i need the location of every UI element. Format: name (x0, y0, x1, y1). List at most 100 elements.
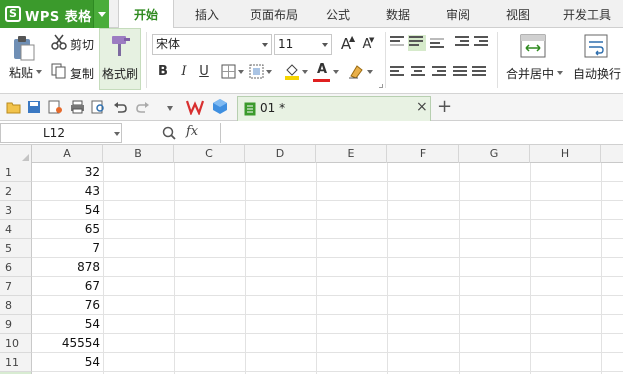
underline-button[interactable]: U (195, 63, 213, 81)
cell-a1[interactable]: 32 (32, 163, 103, 182)
cell-a11[interactable]: 54 (32, 353, 103, 372)
wrap-text-button[interactable]: 自动换行 (573, 65, 621, 82)
font-color-button[interactable]: A (313, 61, 331, 79)
font-dialog-launcher[interactable] (379, 84, 383, 88)
merge-center-dropdown-icon[interactable] (557, 71, 563, 75)
insert-function-button[interactable]: fx (186, 124, 198, 139)
align-center-icon[interactable] (411, 66, 425, 78)
row-header-3[interactable]: 3 (0, 201, 32, 220)
row-header-11[interactable]: 11 (0, 353, 32, 372)
column-header-d[interactable]: D (245, 145, 316, 163)
column-header-c[interactable]: C (174, 145, 245, 163)
tab-formulas[interactable]: 公式 (318, 0, 358, 28)
row-header-9[interactable]: 9 (0, 315, 32, 334)
tab-home[interactable]: 开始 (118, 0, 174, 29)
bold-button[interactable]: B (154, 63, 172, 81)
name-box-dropdown-icon[interactable] (114, 132, 120, 136)
row-header-4[interactable]: 4 (0, 220, 32, 239)
app-menu-dropdown-icon[interactable] (93, 0, 109, 28)
merge-center-icon[interactable] (520, 34, 546, 58)
merge-center-button[interactable]: 合并居中 (506, 65, 554, 82)
format-painter-button[interactable]: 格式刷 (99, 28, 141, 90)
increase-indent-icon[interactable] (474, 36, 488, 48)
cell-a9[interactable]: 54 (32, 315, 103, 334)
row-header-6[interactable]: 6 (0, 258, 32, 277)
row-header-2[interactable]: 2 (0, 182, 32, 201)
worksheet-grid[interactable]: ABCDEFGH 123456789101112 324354657878677… (0, 145, 623, 374)
clear-format-dropdown-icon[interactable] (367, 70, 373, 74)
cell-a10[interactable]: 45554 (32, 334, 103, 353)
tab-view[interactable]: 视图 (498, 0, 538, 28)
distributed-align-icon[interactable] (472, 66, 486, 78)
cloud-cube-icon[interactable] (212, 98, 228, 115)
cell-a8[interactable]: 76 (32, 296, 103, 315)
tab-data[interactable]: 数据 (378, 0, 418, 28)
row-header-7[interactable]: 7 (0, 277, 32, 296)
cell-a7[interactable]: 67 (32, 277, 103, 296)
cut-icon[interactable] (51, 34, 67, 50)
print-icon[interactable] (70, 100, 85, 114)
gridline-vertical (245, 163, 246, 374)
clear-format-icon[interactable] (348, 63, 364, 79)
column-header-a[interactable]: A (32, 145, 103, 163)
borders-dropdown-icon[interactable] (238, 70, 244, 74)
cell-style-icon[interactable] (249, 64, 264, 79)
wps-app-menu[interactable]: S WPS 表格 (0, 0, 109, 28)
cell-a6[interactable]: 878 (32, 258, 103, 277)
italic-button[interactable]: I (175, 63, 193, 81)
wrap-text-icon[interactable] (584, 34, 608, 58)
decrease-indent-icon[interactable] (455, 36, 469, 48)
align-left-icon[interactable] (390, 66, 404, 78)
tab-review[interactable]: 审阅 (438, 0, 478, 28)
undo-icon[interactable] (113, 100, 127, 114)
copy-icon[interactable] (51, 63, 67, 79)
row-header-10[interactable]: 10 (0, 334, 32, 353)
cell-a3[interactable]: 54 (32, 201, 103, 220)
tab-developer[interactable]: 开发工具 (555, 0, 619, 28)
document-tab[interactable]: 01 * × (237, 96, 431, 121)
fill-color-dropdown-icon[interactable] (302, 70, 308, 74)
column-header-b[interactable]: B (103, 145, 174, 163)
open-folder-icon[interactable] (6, 100, 21, 114)
justify-icon[interactable] (453, 66, 467, 78)
column-header-f[interactable]: F (388, 145, 459, 163)
cell-a4[interactable]: 65 (32, 220, 103, 239)
align-right-icon[interactable] (432, 66, 446, 78)
column-header-g[interactable]: G (459, 145, 530, 163)
print-preview-icon[interactable] (91, 100, 106, 114)
new-tab-icon[interactable]: + (437, 96, 452, 117)
save-as-icon[interactable] (48, 100, 63, 114)
borders-icon[interactable] (221, 64, 236, 79)
select-all-corner[interactable] (0, 145, 32, 163)
name-box[interactable]: L12 (0, 123, 122, 143)
cut-button[interactable]: 剪切 (70, 36, 94, 53)
tab-insert[interactable]: 插入 (183, 0, 231, 28)
paste-icon[interactable] (10, 34, 38, 62)
customize-toolbar-icon[interactable] (167, 106, 173, 111)
formula-input[interactable] (220, 123, 623, 143)
align-top-icon[interactable] (390, 36, 404, 48)
copy-button[interactable]: 复制 (70, 65, 94, 82)
font-color-dropdown-icon[interactable] (333, 70, 339, 74)
cell-a2[interactable]: 43 (32, 182, 103, 201)
cell-a5[interactable]: 7 (32, 239, 103, 258)
tab-page-layout[interactable]: 页面布局 (240, 0, 308, 28)
column-header-e[interactable]: E (316, 145, 387, 163)
font-name-select[interactable]: 宋体 (152, 34, 272, 55)
save-icon[interactable] (27, 100, 41, 114)
paste-dropdown-icon[interactable] (36, 70, 42, 74)
column-header-h[interactable]: H (530, 145, 601, 163)
align-bottom-icon[interactable] (430, 38, 444, 50)
row-header-8[interactable]: 8 (0, 296, 32, 315)
wps-w-icon[interactable] (186, 99, 204, 115)
align-middle-icon[interactable] (408, 35, 426, 51)
cell-style-dropdown-icon[interactable] (266, 70, 272, 74)
paste-button-label[interactable]: 粘贴 (9, 64, 33, 81)
zoom-lookup-icon[interactable] (162, 126, 176, 140)
close-tab-icon[interactable]: × (416, 99, 428, 115)
redo-icon[interactable] (136, 100, 150, 114)
font-size-select[interactable]: 11 (274, 34, 332, 55)
row-header-1[interactable]: 1 (0, 163, 32, 182)
row-header-5[interactable]: 5 (0, 239, 32, 258)
fill-color-icon[interactable] (284, 62, 300, 80)
